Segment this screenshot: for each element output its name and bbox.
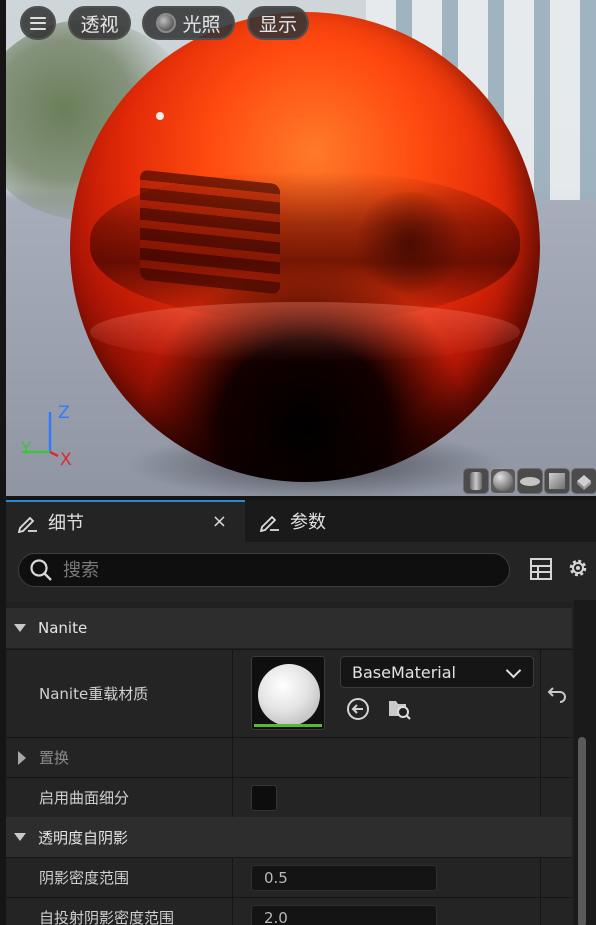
property-label: Nanite重载材质	[39, 685, 149, 703]
column-divider	[232, 650, 233, 737]
material-thumbnail[interactable]	[251, 656, 325, 730]
table-view-icon[interactable]	[530, 558, 552, 580]
pencil-icon	[17, 516, 37, 533]
sphere-reflection-building	[140, 169, 280, 295]
show-label: 显示	[258, 13, 297, 36]
axis-gizmo: Z Y X	[16, 402, 86, 472]
material-dropdown-value: BaseMaterial	[352, 662, 456, 682]
column-divider	[540, 858, 541, 897]
lighting-label: 光照	[182, 13, 221, 36]
category-translucency-self-shadow[interactable]: 透明度自阴影	[6, 817, 572, 857]
preview-shape-bar	[463, 468, 596, 494]
category-nanite-label: Nanite	[38, 619, 88, 637]
tab-parameters-label: 参数	[290, 512, 326, 533]
self-shadow-density-field[interactable]: 2.0	[251, 905, 437, 925]
perspective-label: 透视	[80, 13, 119, 36]
browse-folder-icon[interactable]	[386, 696, 412, 722]
column-divider	[540, 738, 541, 777]
column-divider	[232, 898, 233, 925]
scrollbar-thumb[interactable]	[578, 737, 586, 925]
shadow-density-field[interactable]: 0.5	[251, 865, 437, 891]
sphere-icon[interactable]	[490, 468, 516, 494]
expand-arrow-icon	[14, 624, 26, 632]
close-icon[interactable]: ×	[212, 511, 227, 532]
reset-arrow-icon[interactable]	[546, 682, 568, 704]
column-divider	[232, 778, 233, 817]
tab-details[interactable]: 细节 ×	[6, 500, 245, 542]
use-selected-asset-icon[interactable]	[346, 697, 370, 721]
search-row	[6, 542, 596, 602]
plane-icon[interactable]	[517, 468, 543, 494]
panel-tab-bar: 细节 × 参数	[6, 500, 596, 542]
search-box[interactable]	[18, 553, 510, 587]
property-label: 自投射阴影密度范围	[39, 909, 175, 925]
axis-z-label: Z	[58, 403, 70, 423]
scrollbar[interactable]	[574, 600, 596, 925]
viewport-menu-button[interactable]	[20, 6, 56, 40]
lighting-button[interactable]: 光照	[142, 6, 235, 40]
column-divider	[540, 778, 541, 817]
property-row-nanite-override: Nanite重载材质 BaseMaterial	[6, 649, 572, 737]
perspective-button[interactable]: 透视	[68, 6, 131, 40]
asset-type-bar	[254, 724, 322, 727]
property-row-self-shadow-density: 自投射阴影密度范围 2.0	[6, 897, 572, 925]
property-label: 置换	[39, 749, 70, 767]
material-preview-ball	[258, 664, 320, 726]
gear-icon[interactable]	[566, 556, 590, 580]
property-label: 阴影密度范围	[39, 869, 130, 887]
tab-details-label: 细节	[48, 513, 84, 534]
cylinder-icon[interactable]	[463, 468, 489, 494]
teapot-icon	[577, 475, 591, 490]
category-nanite[interactable]: Nanite	[6, 608, 572, 648]
preview-sphere	[70, 12, 540, 482]
column-divider	[540, 650, 541, 737]
lit-sphere-icon	[156, 13, 177, 33]
property-row-tessellation: 启用曲面细分	[6, 777, 572, 817]
tab-parameters[interactable]: 参数	[256, 500, 456, 542]
column-divider	[540, 898, 541, 925]
expand-arrow-icon	[14, 833, 26, 841]
viewport[interactable]: 透视 光照 显示 Z Y X	[6, 0, 596, 496]
property-row-shadow-density: 阴影密度范围 0.5	[6, 857, 572, 897]
material-dropdown[interactable]: BaseMaterial	[340, 656, 534, 688]
column-divider	[232, 858, 233, 897]
chevron-down-icon	[505, 662, 522, 679]
axis-lines-icon	[22, 412, 59, 458]
show-button[interactable]: 显示	[247, 6, 309, 40]
tessellation-checkbox[interactable]	[251, 785, 277, 811]
property-label: 启用曲面细分	[39, 789, 130, 807]
axis-x-label: X	[60, 450, 72, 470]
category-translucency-label: 透明度自阴影	[38, 828, 129, 847]
sphere-specular-highlight	[156, 112, 164, 120]
search-input[interactable]	[63, 559, 483, 581]
hamburger-icon	[30, 16, 46, 30]
pencil-icon	[259, 515, 279, 532]
property-row-replace[interactable]: 置换	[6, 737, 572, 777]
custom-mesh-icon[interactable]	[571, 468, 596, 494]
search-icon	[30, 559, 52, 581]
cube-icon[interactable]	[544, 468, 570, 494]
sphere-reflection-floor	[90, 302, 520, 362]
sphere-reflection-tree	[350, 192, 470, 292]
column-divider	[232, 738, 233, 777]
details-panel: Nanite Nanite重载材质 BaseMaterial	[6, 542, 596, 925]
axis-y-label: Y	[21, 439, 32, 459]
